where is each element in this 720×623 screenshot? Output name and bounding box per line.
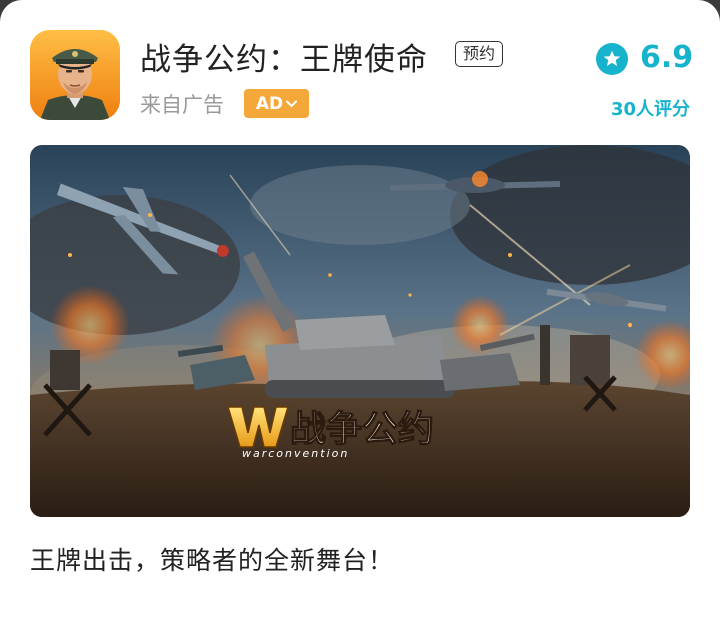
banner-logo-subtitle: warconvention	[242, 447, 349, 460]
app-title[interactable]: 战争公约：王牌使命	[140, 34, 428, 79]
soldier-avatar-icon	[30, 30, 120, 120]
banner-logo-text: 战争公约	[290, 409, 434, 450]
battlefield-illustration: 战争公约 warconvention	[30, 145, 690, 517]
star-icon	[596, 43, 628, 75]
ad-badge-label: AD	[255, 93, 284, 114]
ad-tagline: 王牌出击，策略者的全新舞台！	[30, 546, 395, 575]
chevron-down-icon	[286, 98, 298, 111]
ad-card[interactable]: 战争公约：王牌使命 预约 来自广告 AD 6.9 30人评分 战争公约 warc…	[0, 0, 720, 623]
ad-source-label: 来自广告	[140, 93, 224, 117]
reserve-tag: 预约	[455, 41, 504, 67]
rating-score: 6.9	[640, 40, 694, 75]
promo-banner-image[interactable]: 战争公约 warconvention	[30, 145, 690, 517]
app-icon[interactable]	[30, 30, 120, 120]
ad-badge-button[interactable]: AD	[244, 89, 309, 118]
rating-count: 30人评分	[610, 99, 690, 120]
